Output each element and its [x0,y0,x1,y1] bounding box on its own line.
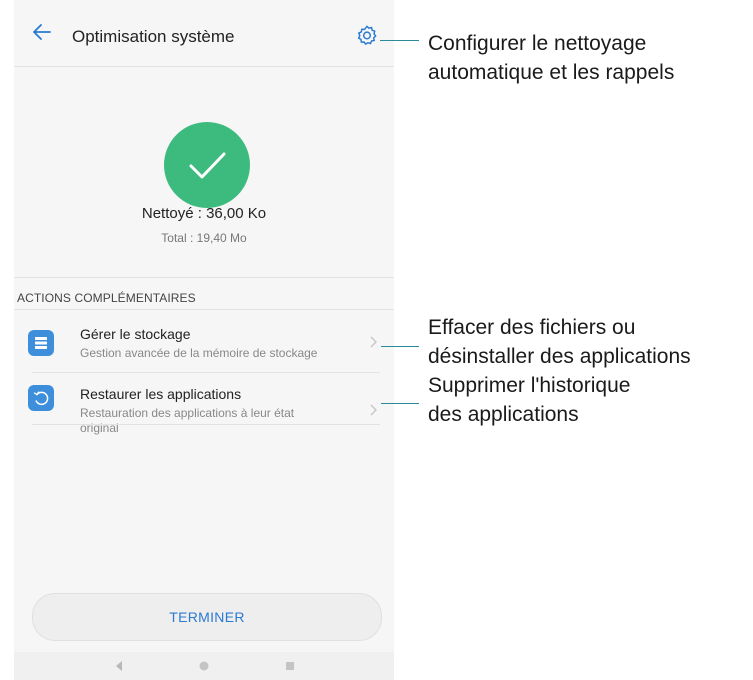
restore-title: Restaurer les applications [80,386,242,402]
phone-screen: Optimisation système Nettoyé : 36,00 Ko … [14,0,394,680]
done-button[interactable]: TERMINER [32,593,382,641]
storage-leader-line [381,346,419,347]
nav-recents-icon[interactable] [285,661,295,671]
storage-icon [28,330,54,356]
callout-line: Supprimer l'historique [428,374,631,397]
system-nav-bar [14,652,394,680]
gear-icon[interactable] [356,24,378,46]
storage-callout: Effacer des fichiers ou désinstaller des… [428,313,691,371]
callout-line: des applications [428,403,579,426]
nav-back-icon[interactable] [114,660,124,672]
storage-title: Gérer le stockage [80,326,191,342]
section-divider [14,277,394,278]
success-circle [164,122,250,208]
app-bar: Optimisation système [14,0,394,67]
restore-callout: Supprimer l'historique des applications [428,371,630,429]
list-item-restore[interactable]: Restaurer les applications Restauration … [14,373,394,435]
page-title: Optimisation système [72,27,235,46]
section-title: ACTIONS COMPLÉMENTAIRES [17,291,196,305]
callout-line: Effacer des fichiers ou [428,316,636,339]
callout-line: Configurer le nettoyage [428,32,647,55]
callout-line: désinstaller des applications [428,345,691,368]
restore-subtitle: Restauration des applications à leur éta… [80,406,294,436]
row-divider [32,424,380,425]
settings-leader-line [380,40,419,41]
settings-callout: Configurer le nettoyage automatique et l… [428,29,674,87]
chevron-right-icon [370,404,377,416]
restore-leader-line [381,403,419,404]
restore-subtitle-line: Restauration des applications à leur éta… [80,406,295,420]
checkmark-icon [189,152,226,179]
callout-line: automatique et les rappels [428,61,675,84]
arrow-left-icon[interactable] [30,20,54,44]
list-item-storage[interactable]: Gérer le stockage Gestion avancée de la … [14,310,394,372]
cleaned-amount: Nettoyé : 36,00 Ko [141,205,267,222]
nav-home-icon[interactable] [198,660,210,672]
storage-subtitle: Gestion avancée de la mémoire de stockag… [80,346,318,360]
restore-icon [28,385,54,411]
chevron-right-icon [370,336,377,348]
total-amount: Total : 19,40 Mo [161,231,247,245]
